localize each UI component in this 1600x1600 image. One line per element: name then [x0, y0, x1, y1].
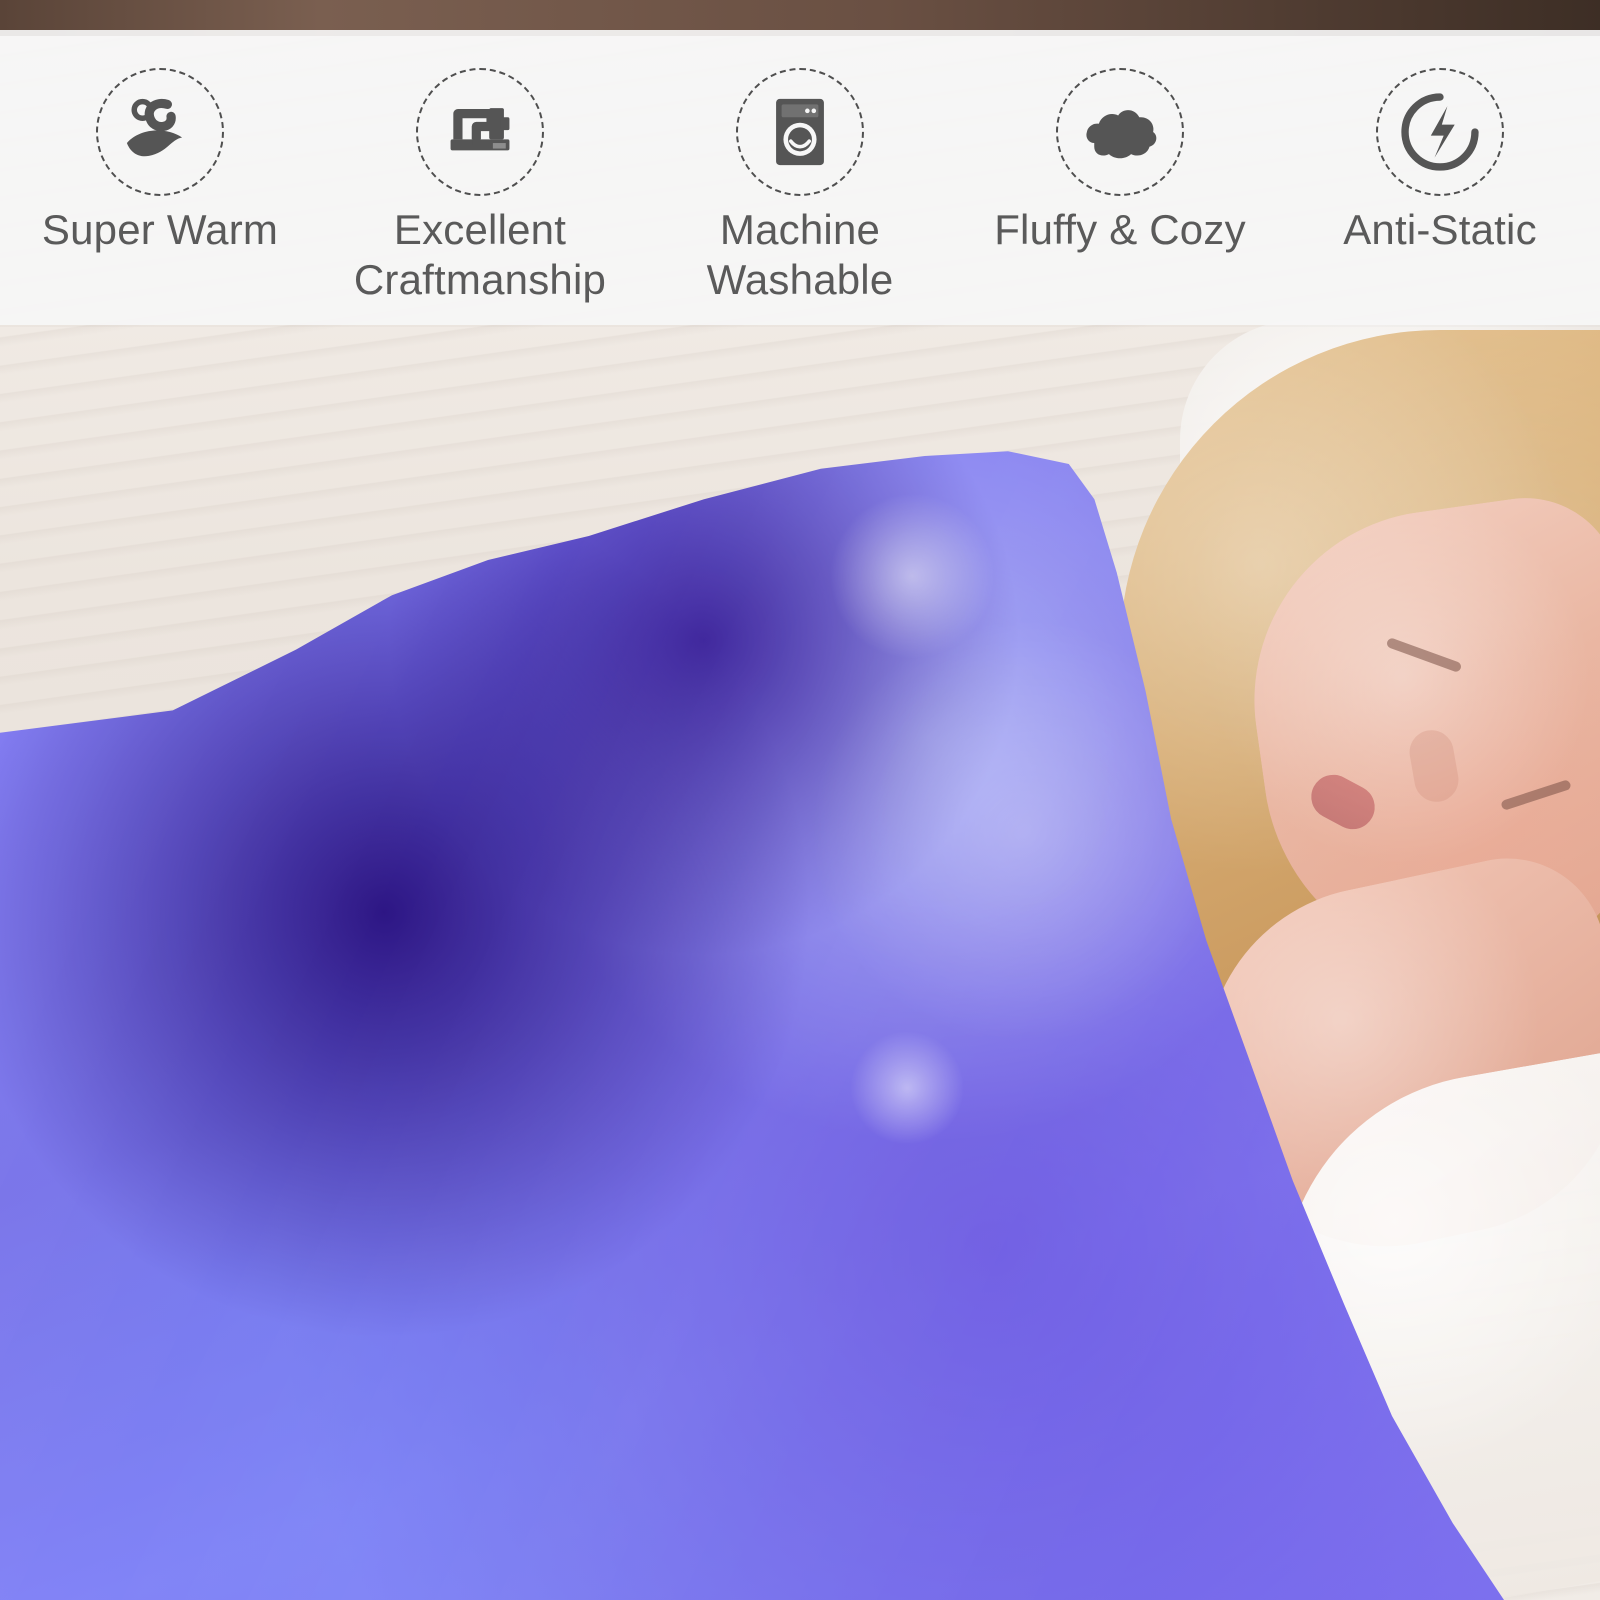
sewing-machine-icon	[434, 86, 526, 178]
warm-temperature-icon	[114, 86, 206, 178]
feature-label-line: Anti-Static	[1343, 206, 1537, 253]
feature-machine-washable: Machine Washable	[650, 30, 950, 325]
cloud-icon	[1074, 86, 1166, 178]
washing-machine-icon	[754, 86, 846, 178]
icon-circle	[96, 68, 224, 196]
icon-circle	[1376, 68, 1504, 196]
icon-circle	[1056, 68, 1184, 196]
feature-fluffy-cozy: Fluffy & Cozy	[970, 30, 1270, 325]
feature-super-warm: Super Warm	[10, 30, 310, 325]
feature-label-line: Excellent	[393, 206, 567, 253]
feature-label-line: Craftmanship	[353, 256, 607, 303]
feature-excellent-craftmanship: Excellent Craftmanship	[330, 30, 630, 325]
feature-label: Fluffy & Cozy	[970, 205, 1270, 255]
icon-circle	[736, 68, 864, 196]
icon-circle	[416, 68, 544, 196]
lightning-icon	[1394, 86, 1486, 178]
feature-label-line: Machine	[719, 206, 881, 253]
feature-label-line: Super Warm	[41, 206, 279, 253]
feature-label-line: Fluffy & Cozy	[994, 206, 1246, 253]
feature-label-line: Washable	[706, 256, 894, 303]
feature-label: Machine Washable	[650, 205, 950, 305]
feature-label: Excellent Craftmanship	[330, 205, 630, 305]
feature-label: Anti-Static	[1290, 205, 1590, 255]
product-lifestyle-image: Super Warm Excellent Craftmanship Machin…	[0, 0, 1600, 1600]
feature-anti-static: Anti-Static	[1290, 30, 1590, 325]
features-banner: Super Warm Excellent Craftmanship Machin…	[0, 30, 1600, 325]
feature-label: Super Warm	[10, 205, 310, 255]
